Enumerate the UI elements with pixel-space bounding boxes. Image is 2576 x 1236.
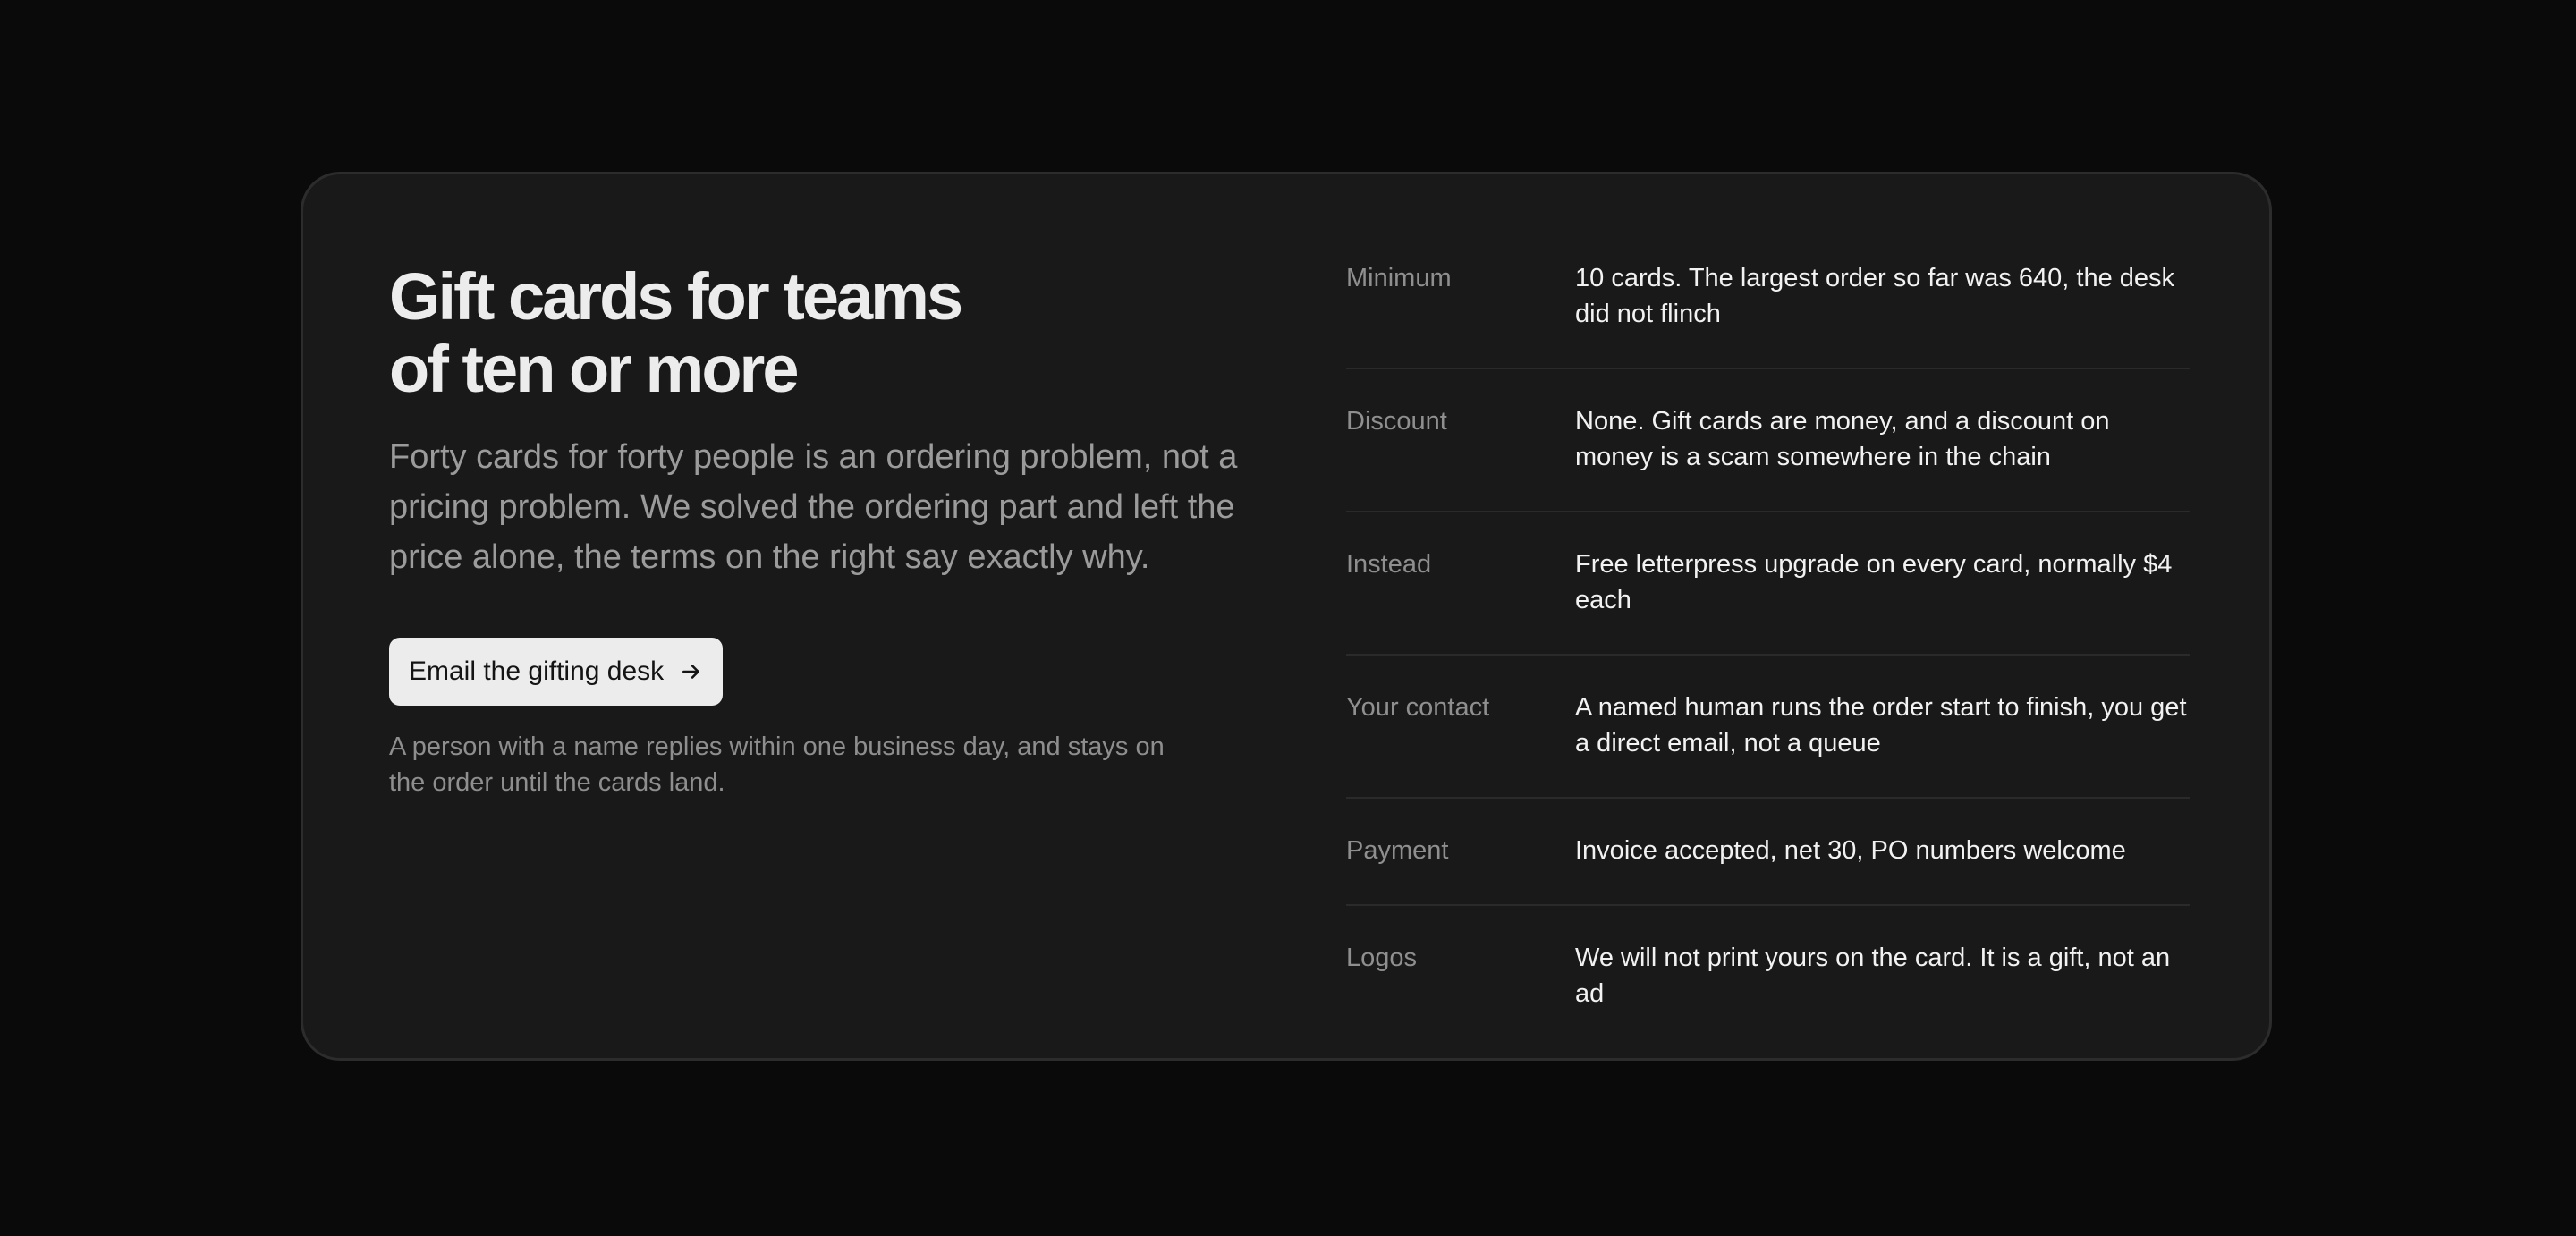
title-line-1: Gift cards for teams	[389, 259, 963, 334]
term-label: Instead	[1346, 550, 1432, 579]
term-value: 10 cards. The largest order so far was 6…	[1575, 264, 2175, 328]
term-value: Free letterpress upgrade on every card, …	[1575, 550, 2173, 614]
term-value: Invoice accepted, net 30, PO numbers wel…	[1575, 836, 2126, 865]
term-row-discount: Discount None. Gift cards are money, and…	[1346, 403, 2190, 512]
reply-time-note: A person with a name replies within one …	[389, 732, 1165, 797]
term-label: Your contact	[1346, 693, 1490, 722]
intro-paragraph: Forty cards for forty people is an order…	[389, 438, 1238, 576]
term-label: Minimum	[1346, 264, 1452, 292]
term-row-instead: Instead Free letterpress upgrade on ever…	[1346, 546, 2190, 656]
term-value: None. Gift cards are money, and a discou…	[1575, 407, 2110, 471]
term-row-logos: Logos We will not print yours on the car…	[1346, 940, 2190, 1012]
email-gifting-desk-button[interactable]: Email the gifting desk	[389, 638, 724, 706]
term-row-minimum: Minimum 10 cards. The largest order so f…	[1346, 260, 2190, 369]
arrow-right-icon	[680, 660, 703, 683]
term-row-payment: Payment Invoice accepted, net 30, PO num…	[1346, 833, 2190, 906]
terms-list: Minimum 10 cards. The largest order so f…	[1346, 260, 2190, 1012]
term-row-your-contact: Your contact A named human runs the orde…	[1346, 690, 2190, 799]
term-value: A named human runs the order start to fi…	[1575, 693, 2187, 758]
term-label: Logos	[1346, 944, 1418, 972]
email-gifting-desk-label: Email the gifting desk	[409, 656, 665, 686]
offer-intro: Gift cards for teams of ten or more Fort…	[389, 260, 1239, 800]
page-title: Gift cards for teams of ten or more	[389, 260, 1239, 405]
gift-card-offer-panel: Gift cards for teams of ten or more Fort…	[301, 172, 2272, 1061]
term-label: Payment	[1346, 836, 1449, 865]
title-line-2: of ten or more	[389, 332, 799, 406]
term-label: Discount	[1346, 407, 1447, 436]
term-value: We will not print yours on the card. It …	[1575, 944, 2171, 1008]
